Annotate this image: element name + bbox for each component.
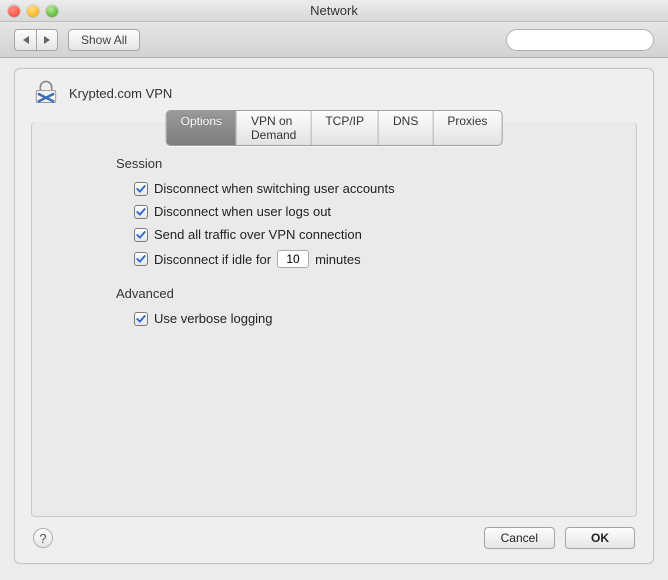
show-all-button[interactable]: Show All <box>68 29 140 51</box>
close-window-button[interactable] <box>8 5 20 17</box>
checkmark-icon <box>135 206 147 218</box>
help-button[interactable]: ? <box>33 528 53 548</box>
label-idle-prefix: Disconnect if idle for <box>154 252 271 267</box>
search-field[interactable] <box>506 29 654 51</box>
zoom-window-button[interactable] <box>46 5 58 17</box>
label-verbose: Use verbose logging <box>154 311 273 326</box>
forward-button[interactable] <box>36 29 58 51</box>
label-idle-suffix: minutes <box>315 252 361 267</box>
chevron-right-icon <box>44 36 50 44</box>
connection-name: Krypted.com VPN <box>69 86 172 101</box>
question-icon: ? <box>39 531 46 546</box>
toolbar: Show All <box>0 22 668 58</box>
checkmark-icon <box>135 229 147 241</box>
checkmark-icon <box>135 183 147 195</box>
tab-proxies[interactable]: Proxies <box>433 111 501 145</box>
vpn-options-sheet: Krypted.com VPN Options VPN on Demand TC… <box>14 68 654 564</box>
search-input[interactable] <box>521 33 668 47</box>
session-heading: Session <box>116 156 612 171</box>
tab-options[interactable]: Options <box>167 111 237 145</box>
ok-button[interactable]: OK <box>565 527 635 549</box>
tab-bar: Options VPN on Demand TCP/IP DNS Proxies <box>166 110 503 146</box>
tab-tcpip[interactable]: TCP/IP <box>311 111 379 145</box>
minimize-window-button[interactable] <box>27 5 39 17</box>
traffic-lights <box>8 5 58 17</box>
checkbox-send-all[interactable] <box>134 228 148 242</box>
checkbox-logout[interactable] <box>134 205 148 219</box>
checkbox-verbose[interactable] <box>134 312 148 326</box>
idle-minutes-input[interactable] <box>277 250 309 268</box>
titlebar: Network <box>0 0 668 22</box>
window-title: Network <box>0 3 668 18</box>
cancel-button[interactable]: Cancel <box>484 527 555 549</box>
tab-vpn-on-demand[interactable]: VPN on Demand <box>237 111 311 145</box>
checkbox-switch-users[interactable] <box>134 182 148 196</box>
checkbox-idle[interactable] <box>134 252 148 266</box>
label-switch-users: Disconnect when switching user accounts <box>154 181 395 196</box>
tab-dns[interactable]: DNS <box>379 111 433 145</box>
label-logout: Disconnect when user logs out <box>154 204 331 219</box>
vpn-lock-icon <box>33 79 59 108</box>
back-button[interactable] <box>14 29 36 51</box>
checkmark-icon <box>135 313 147 325</box>
nav-back-forward <box>14 29 58 51</box>
chevron-left-icon <box>23 36 29 44</box>
checkmark-icon <box>135 253 147 265</box>
advanced-heading: Advanced <box>116 286 612 301</box>
label-send-all: Send all traffic over VPN connection <box>154 227 362 242</box>
